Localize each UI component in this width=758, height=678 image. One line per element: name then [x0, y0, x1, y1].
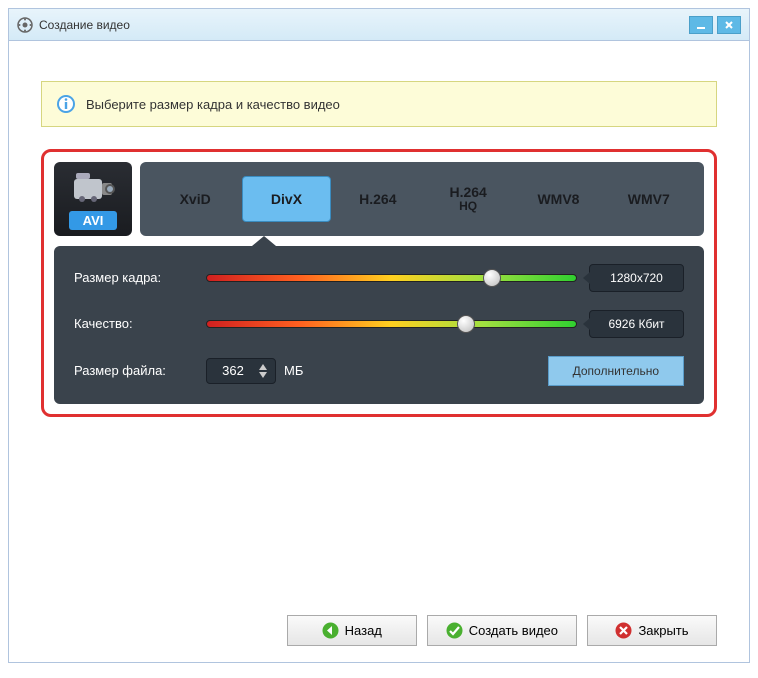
close-button[interactable]: [717, 16, 741, 34]
info-text: Выберите размер кадра и качество видео: [86, 97, 340, 112]
file-size-label: Размер файла:: [74, 363, 194, 378]
spinner-down-button[interactable]: [257, 371, 269, 379]
frame-size-thumb[interactable]: [483, 269, 501, 287]
minimize-button[interactable]: [689, 16, 713, 34]
create-label: Создать видео: [469, 623, 558, 638]
titlebar: Создание видео: [9, 9, 749, 41]
camera-icon: [68, 169, 118, 207]
frame-size-row: Размер кадра: 1280x720: [74, 264, 684, 292]
close-footer-button[interactable]: Закрыть: [587, 615, 717, 646]
close-icon: [615, 622, 632, 639]
footer: Назад Создать видео Закрыть: [287, 615, 717, 646]
codec-tab-divx[interactable]: DivX: [242, 176, 330, 222]
params-panel: Размер кадра: 1280x720 Качество: 6926 Кб…: [54, 246, 704, 404]
file-size-unit: МБ: [284, 363, 303, 378]
quality-value: 6926 Кбит: [589, 310, 684, 338]
content-area: Выберите размер кадра и качество видео A…: [9, 41, 749, 417]
format-badge: AVI: [54, 162, 132, 236]
codec-tab-wmv8[interactable]: WMV8: [515, 177, 601, 221]
create-button[interactable]: Создать видео: [427, 615, 577, 646]
frame-size-label: Размер кадра:: [74, 270, 194, 285]
app-icon: [17, 17, 33, 33]
codec-tab-h264[interactable]: H.264: [335, 177, 421, 221]
back-icon: [322, 622, 339, 639]
frame-size-value: 1280x720: [589, 264, 684, 292]
advanced-button[interactable]: Дополнительно: [548, 356, 684, 386]
quality-thumb[interactable]: [457, 315, 475, 333]
quality-slider[interactable]: [206, 315, 577, 333]
close-label: Закрыть: [638, 623, 688, 638]
settings-panel: AVI XviD DivX H.264 H.264HQ WMV8 WMV7 Ра…: [41, 149, 717, 417]
codec-row: AVI XviD DivX H.264 H.264HQ WMV8 WMV7: [54, 162, 704, 236]
check-icon: [446, 622, 463, 639]
codec-tab-xvid[interactable]: XviD: [152, 177, 238, 221]
quality-row: Качество: 6926 Кбит: [74, 310, 684, 338]
frame-size-slider[interactable]: [206, 269, 577, 287]
tab-arrow-icon: [252, 236, 276, 246]
codec-tabs: XviD DivX H.264 H.264HQ WMV8 WMV7: [140, 162, 704, 236]
window-controls: [689, 16, 741, 34]
back-button[interactable]: Назад: [287, 615, 417, 646]
codec-tab-h264hq[interactable]: H.264HQ: [425, 170, 511, 228]
codec-tab-wmv7[interactable]: WMV7: [606, 177, 692, 221]
file-size-value: 362: [213, 363, 253, 378]
format-label: AVI: [69, 211, 118, 230]
info-icon: [56, 94, 76, 114]
file-size-spinner[interactable]: 362: [206, 358, 276, 384]
spinner-up-button[interactable]: [257, 363, 269, 371]
window-title: Создание видео: [39, 18, 689, 32]
quality-label: Качество:: [74, 316, 194, 331]
file-size-row: Размер файла: 362 МБ Дополнительно: [74, 356, 684, 386]
back-label: Назад: [345, 623, 382, 638]
window: Создание видео Выберите размер кадра и к…: [8, 8, 750, 663]
file-size-input-group: 362 МБ: [206, 358, 303, 384]
info-bar: Выберите размер кадра и качество видео: [41, 81, 717, 127]
